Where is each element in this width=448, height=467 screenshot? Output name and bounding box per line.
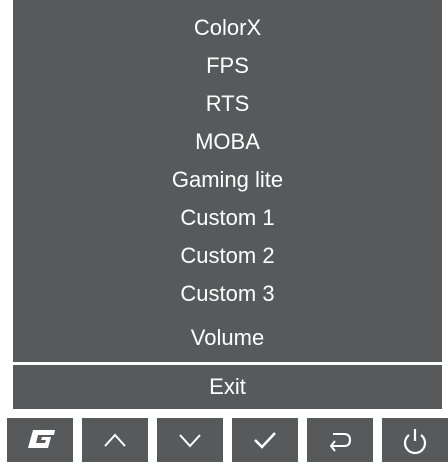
checkmark-icon: [254, 432, 276, 449]
control-button-row: [0, 418, 448, 462]
menu-item-moba[interactable]: MOBA: [13, 123, 442, 161]
arrow-down-icon: [179, 434, 201, 448]
menu-item-gaming-lite[interactable]: Gaming lite: [13, 161, 442, 199]
confirm-button[interactable]: [232, 418, 298, 462]
menu-item-custom-1[interactable]: Custom 1: [13, 199, 442, 237]
menu-item-colorx[interactable]: ColorX: [13, 9, 442, 47]
menu-item-volume[interactable]: Volume: [13, 319, 442, 357]
power-icon: [403, 429, 427, 455]
arrow-up-icon: [104, 433, 126, 447]
exit-button[interactable]: Exit: [13, 365, 442, 409]
back-button[interactable]: [307, 418, 373, 462]
menu-item-custom-2[interactable]: Custom 2: [13, 237, 442, 275]
gaming-button[interactable]: [7, 418, 73, 462]
gaming-logo-icon: [28, 430, 55, 448]
back-icon: [329, 433, 352, 452]
power-button[interactable]: [382, 418, 448, 462]
menu-item-rts[interactable]: RTS: [13, 85, 442, 123]
menu-list: ColorX FPS RTS MOBA Gaming lite Custom 1…: [13, 9, 442, 313]
up-button[interactable]: [82, 418, 148, 462]
menu-item-fps[interactable]: FPS: [13, 47, 442, 85]
menu-item-custom-3[interactable]: Custom 3: [13, 275, 442, 313]
down-button[interactable]: [157, 418, 223, 462]
osd-menu-panel: ColorX FPS RTS MOBA Gaming lite Custom 1…: [13, 0, 442, 362]
